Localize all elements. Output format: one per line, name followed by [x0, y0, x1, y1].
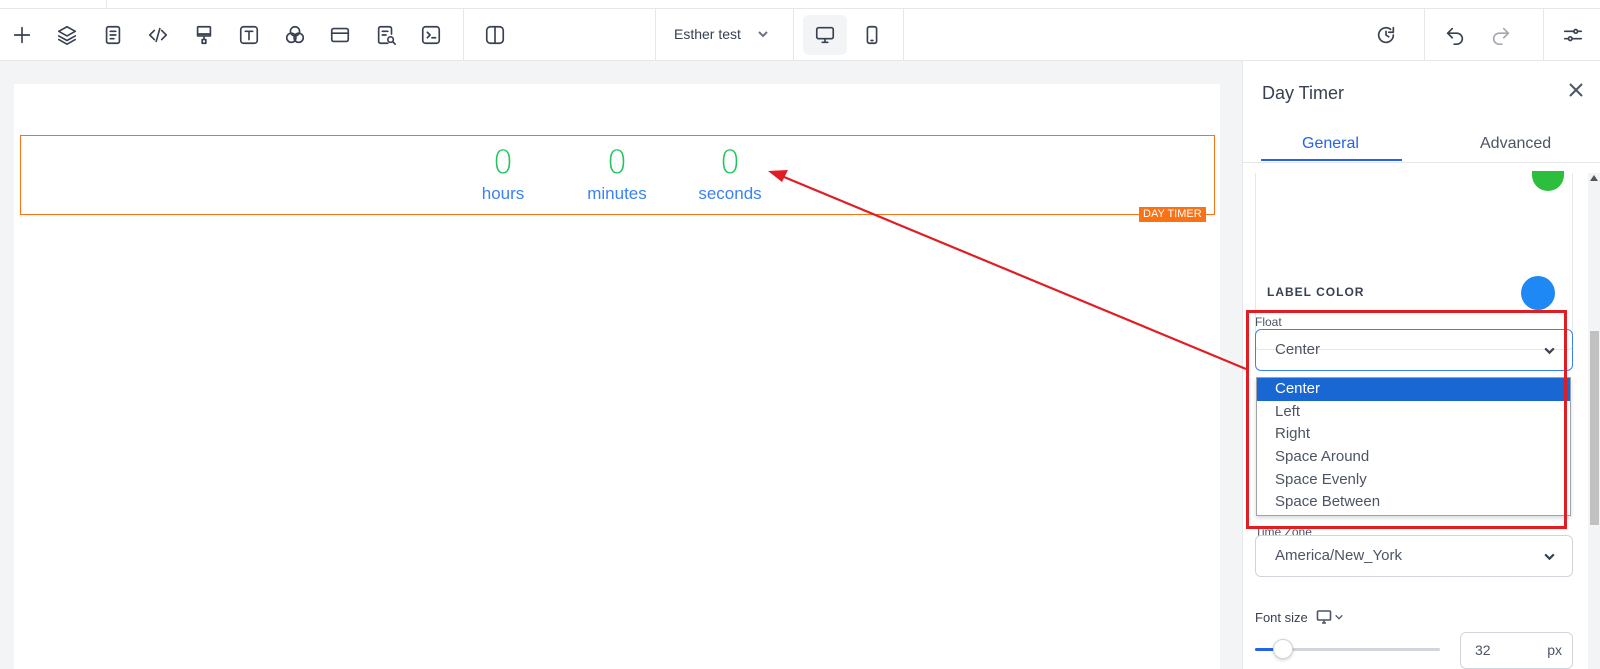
element-badge: DAY TIMER: [1139, 207, 1206, 222]
chevron-down-icon[interactable]: [1334, 612, 1344, 622]
timer-seconds: 0 seconds: [670, 144, 790, 205]
tab-advanced[interactable]: Advanced: [1480, 135, 1551, 153]
font-size-input[interactable]: 32 px: [1460, 632, 1573, 669]
top-strip: [0, 0, 1600, 9]
layers-icon[interactable]: [52, 20, 82, 50]
paint-icon[interactable]: [189, 20, 219, 50]
label-color-swatch[interactable]: [1521, 276, 1555, 310]
label-color-title: LABEL COLOR: [1267, 285, 1365, 299]
page-select[interactable]: Esther test: [674, 26, 769, 42]
undo-icon[interactable]: [1440, 20, 1470, 50]
toolbar-divider: [655, 9, 656, 61]
toolbar: Esther test: [0, 9, 1600, 61]
hours-value: 0: [492, 143, 514, 181]
minutes-label: minutes: [587, 184, 647, 203]
code-icon[interactable]: [143, 20, 173, 50]
font-size-value: 32: [1475, 642, 1491, 658]
font-size-unit: px: [1547, 642, 1562, 658]
circles-icon[interactable]: [280, 20, 310, 50]
font-size-label: Font size: [1255, 609, 1308, 625]
toolbar-divider: [903, 9, 904, 61]
split-icon[interactable]: [480, 20, 510, 50]
desktop-icon[interactable]: [803, 15, 847, 55]
panel-tabs: General Advanced: [1243, 123, 1600, 163]
panel-scrollbar[interactable]: [1588, 173, 1600, 669]
tab-general[interactable]: General: [1302, 135, 1359, 153]
close-icon[interactable]: [1567, 81, 1587, 101]
toolbar-divider: [1543, 9, 1544, 61]
toolbar-divider: [793, 9, 794, 61]
device-monitor-icon[interactable]: [1316, 609, 1332, 625]
terminal-icon[interactable]: [416, 20, 446, 50]
scroll-up-icon[interactable]: [1590, 175, 1598, 181]
timer-minutes: 0 minutes: [557, 144, 677, 205]
slider-fill: [1255, 648, 1274, 651]
minutes-value: 0: [606, 143, 628, 181]
page-name: Esther test: [674, 26, 741, 42]
seconds-label: seconds: [698, 184, 762, 203]
window-icon[interactable]: [325, 20, 355, 50]
hours-label: hours: [481, 184, 525, 203]
toolbar-divider: [1424, 9, 1425, 61]
search-doc-icon[interactable]: [371, 20, 401, 50]
strip-divider: [106, 0, 107, 9]
chevron-down-icon: [758, 31, 768, 38]
seconds-value: 0: [719, 143, 741, 181]
scrollbar-thumb[interactable]: [1590, 331, 1599, 525]
font-size-label-row: Font size: [1255, 609, 1344, 625]
timer-hours: 0 hours: [443, 144, 563, 205]
value-color-swatch[interactable]: [1532, 171, 1564, 191]
time-zone-value: America/New_York: [1275, 547, 1402, 564]
history-icon[interactable]: [1371, 20, 1401, 50]
time-zone-select[interactable]: America/New_York: [1255, 535, 1573, 577]
settings-icon[interactable]: [1558, 20, 1588, 50]
page-icon[interactable]: [98, 20, 128, 50]
font-size-slider[interactable]: [1255, 639, 1440, 659]
plus-icon[interactable]: [7, 20, 37, 50]
slider-handle[interactable]: [1272, 639, 1293, 659]
active-tab-indicator: [1261, 159, 1402, 161]
toolbar-divider: [463, 9, 464, 61]
chevron-down-icon: [1544, 553, 1555, 561]
annotation-highlight-box: [1246, 310, 1567, 529]
mobile-icon[interactable]: [857, 20, 887, 50]
panel-title: Day Timer: [1262, 83, 1345, 103]
text-icon[interactable]: [234, 20, 264, 50]
redo-icon[interactable]: [1486, 20, 1516, 50]
